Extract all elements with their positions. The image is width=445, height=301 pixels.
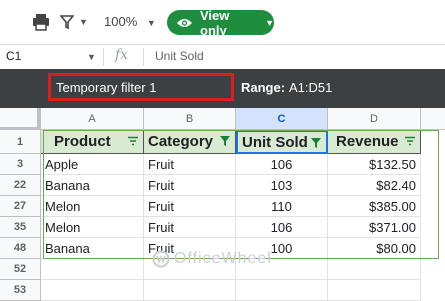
toolbar: ▼ 100% ▼ View only ▼ — [0, 0, 445, 44]
header-label: Product — [54, 133, 111, 150]
cell-category[interactable]: Fruit — [144, 175, 236, 196]
cell-category[interactable]: Fruit — [144, 217, 236, 238]
column-header-e[interactable] — [421, 108, 445, 130]
header-label: Unit Sold — [242, 133, 308, 151]
chevron-down-icon: ▼ — [79, 17, 88, 27]
watermark-text: OfficeWheel — [174, 250, 272, 267]
row-header[interactable]: 1 — [0, 130, 41, 154]
header-label: Category — [148, 133, 214, 150]
cell-category[interactable]: Fruit — [144, 154, 236, 175]
cell-revenue[interactable]: $82.40 — [328, 175, 421, 196]
cell-revenue[interactable]: $371.00 — [328, 217, 421, 238]
cell-product[interactable]: Melon — [41, 217, 144, 238]
empty-cell[interactable] — [236, 280, 328, 301]
column-header-c[interactable]: C — [236, 108, 328, 130]
column-header-d[interactable]: D — [328, 108, 421, 130]
print-icon[interactable] — [32, 12, 50, 32]
cell-unit-sold[interactable]: 106 — [236, 217, 328, 238]
cell-product[interactable]: Apple — [41, 154, 144, 175]
formula-bar: C1 ▼ fx Unit Sold — [0, 44, 445, 70]
cell-unit-sold[interactable]: 106 — [236, 154, 328, 175]
empty-cell[interactable] — [41, 280, 144, 301]
divider — [103, 48, 104, 66]
cell-unit-sold[interactable]: 110 — [236, 196, 328, 217]
zoom-select[interactable]: 100% ▼ — [104, 14, 156, 29]
select-all-corner[interactable] — [0, 108, 42, 131]
row-header[interactable]: 3 — [0, 154, 41, 175]
officewheel-logo-icon — [152, 250, 170, 268]
divider — [143, 48, 144, 66]
view-only-label: View only — [200, 7, 230, 38]
cell-unit-sold[interactable]: 103 — [236, 175, 328, 196]
row-header[interactable]: 52 — [0, 259, 41, 280]
column-header-b[interactable]: B — [144, 108, 236, 130]
row-header[interactable]: 48 — [0, 238, 41, 259]
chevron-down-icon: ▼ — [146, 18, 156, 28]
cell-revenue[interactable]: $385.00 — [328, 196, 421, 217]
chevron-down-icon[interactable]: ▼ — [87, 52, 96, 62]
view-only-button[interactable]: View only ▼ — [167, 7, 274, 38]
filter-lines-icon[interactable] — [127, 135, 139, 147]
range-value[interactable]: A1:D51 — [289, 80, 332, 95]
filter-name: Temporary filter 1 — [56, 79, 157, 95]
cell-revenue[interactable]: $80.00 — [328, 238, 421, 259]
empty-cell[interactable] — [328, 259, 421, 280]
chevron-down-icon: ▼ — [265, 17, 274, 28]
eye-icon — [176, 17, 193, 29]
cell-revenue[interactable]: $132.50 — [328, 154, 421, 175]
zoom-value: 100% — [104, 14, 138, 29]
watermark: OfficeWheel — [152, 250, 272, 268]
filter-name-field[interactable]: Temporary filter 1 — [48, 73, 234, 101]
filter-view-bar: Temporary filter 1 Range: A1:D51 — [0, 69, 445, 108]
name-box[interactable]: C1 — [6, 49, 21, 63]
cell-product[interactable]: Banana — [41, 175, 144, 196]
cell-category[interactable]: Fruit — [144, 196, 236, 217]
fx-icon: fx — [115, 47, 129, 63]
formula-input[interactable]: Unit Sold — [155, 49, 204, 63]
header-cell-revenue[interactable]: Revenue — [328, 130, 421, 154]
row-header[interactable]: 22 — [0, 175, 41, 196]
header-label: Revenue — [336, 133, 399, 150]
filter-icon[interactable]: ▼ — [60, 12, 88, 32]
row-header[interactable]: 35 — [0, 217, 41, 238]
filter-lines-icon[interactable] — [404, 135, 416, 147]
row-header[interactable]: 27 — [0, 196, 41, 217]
empty-cell[interactable] — [144, 280, 236, 301]
header-cell-unit-sold[interactable]: Unit Sold — [236, 130, 328, 154]
range-label: Range: — [241, 80, 286, 95]
header-cell-category[interactable]: Category — [144, 130, 236, 154]
empty-cell[interactable] — [41, 259, 144, 280]
filter-funnel-icon[interactable] — [310, 137, 322, 149]
header-cell-product[interactable]: Product — [41, 130, 144, 154]
column-header-a[interactable]: A — [41, 108, 144, 130]
empty-cell[interactable] — [328, 280, 421, 301]
cell-product[interactable]: Banana — [41, 238, 144, 259]
row-header[interactable]: 53 — [0, 280, 41, 301]
cell-product[interactable]: Melon — [41, 196, 144, 217]
filter-funnel-icon[interactable] — [219, 135, 231, 147]
